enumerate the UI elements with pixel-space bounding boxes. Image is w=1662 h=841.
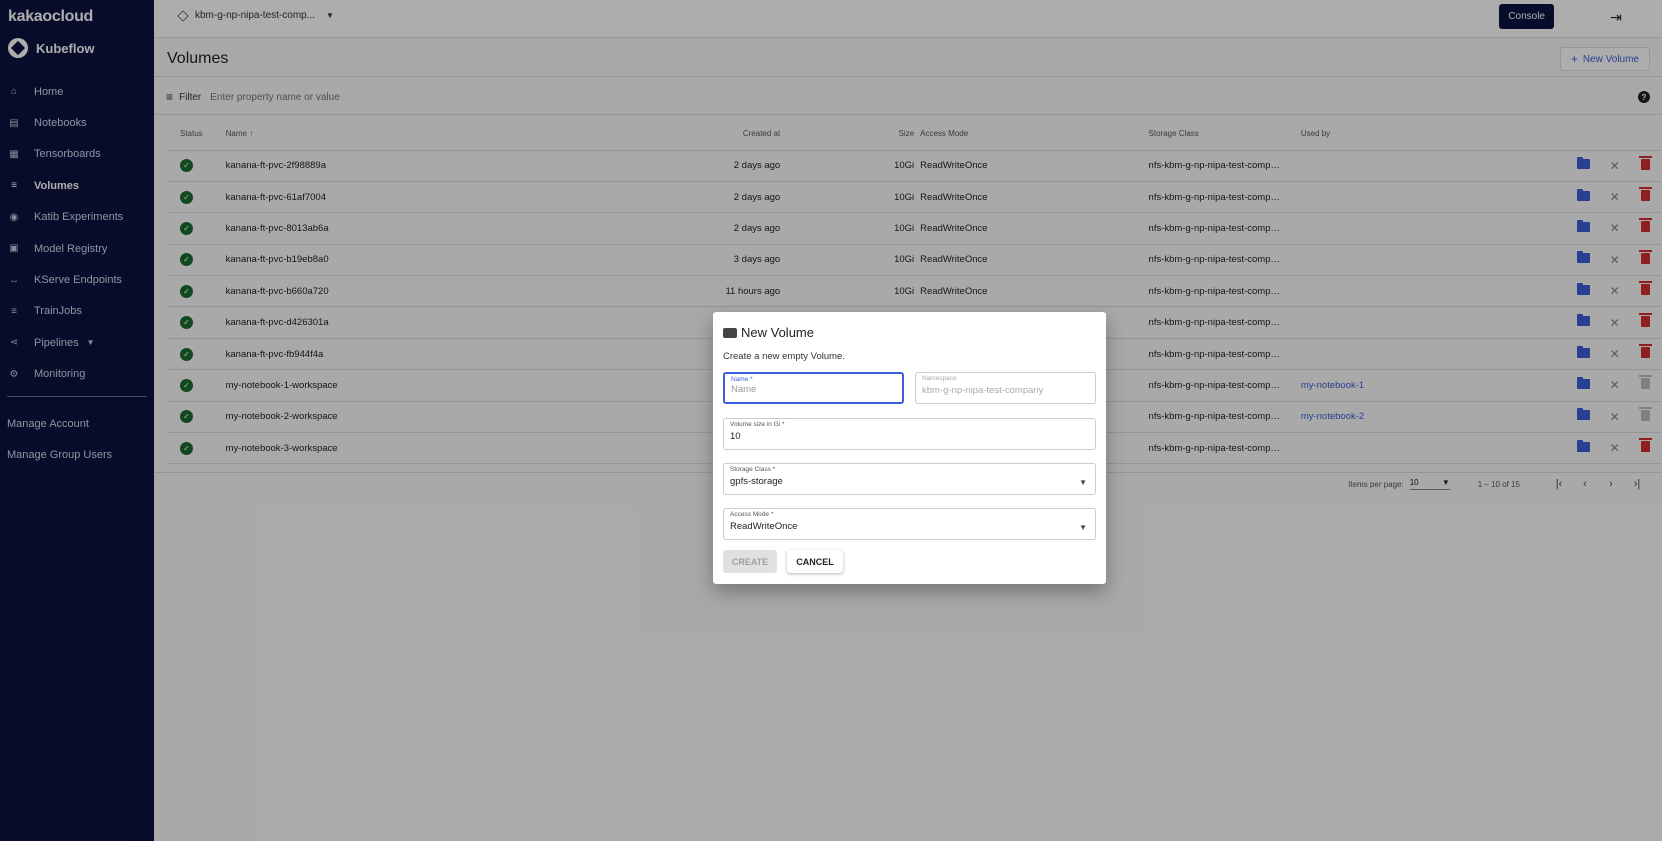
create-button[interactable]: CREATE [723,550,777,573]
chevron-down-icon: ▼ [1079,478,1087,487]
storage-class-select[interactable]: Storage Class * gpfs-storage ▼ [723,463,1096,495]
namespace-field-value: kbm-g-np-nipa-test-company [922,385,1044,396]
drive-icon [723,327,737,338]
dialog-subtitle: Create a new empty Volume. [723,351,845,362]
namespace-field: Namespace kbm-g-np-nipa-test-company [915,372,1096,404]
name-field-label: Name * [731,376,753,383]
storage-class-label: Storage Class * [730,466,776,473]
access-mode-select[interactable]: Access Mode * ReadWriteOnce ▼ [723,508,1096,540]
name-field[interactable]: Name * Name [723,372,904,404]
access-mode-value: ReadWriteOnce [730,521,798,532]
volume-size-value: 10 [730,431,741,442]
name-field-placeholder: Name [731,384,757,395]
new-volume-dialog: New Volume Create a new empty Volume. Na… [713,312,1106,584]
storage-class-value: gpfs-storage [730,476,783,487]
access-mode-label: Access Mode * [730,511,774,518]
cancel-button[interactable]: CANCEL [787,550,843,573]
volume-size-field[interactable]: Volume size in Gi * 10 [723,418,1096,450]
volume-size-label: Volume size in Gi * [730,421,785,428]
namespace-field-label: Namespace [922,375,957,382]
dialog-title: New Volume [723,325,1096,340]
chevron-down-icon: ▼ [1079,523,1087,532]
